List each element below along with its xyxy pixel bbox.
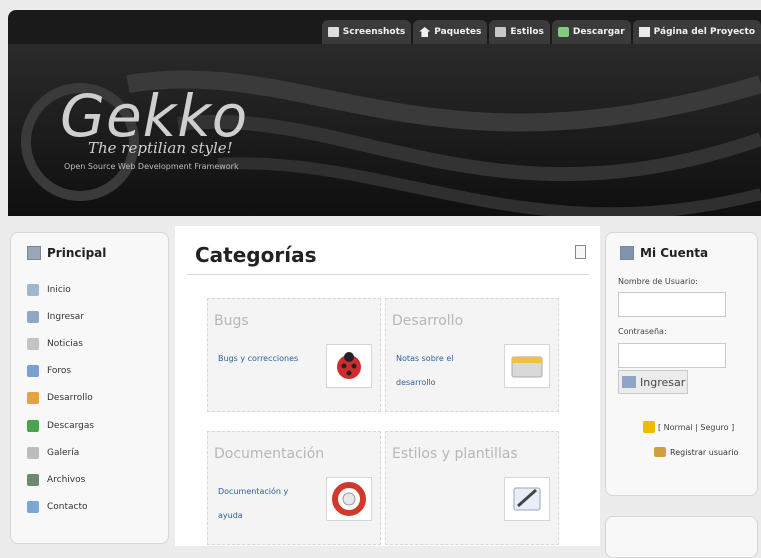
- sidebar-item-descargas[interactable]: Descargas: [27, 412, 94, 439]
- sidebar-item-label: Ingresar: [47, 311, 85, 322]
- top-bar: Screenshots Paquetes Estilos Descargar P…: [8, 10, 761, 44]
- files-icon: [27, 473, 39, 486]
- nav-tab-label: Página del Proyecto: [653, 27, 755, 37]
- ladybug-icon: [326, 344, 372, 388]
- sidebar-item-label: Desarrollo: [47, 393, 93, 404]
- main-content: Categorías Bugs Bugs y correcciones Desa…: [175, 226, 600, 546]
- sidebar-item-foros[interactable]: Foros: [27, 358, 94, 385]
- sidebar-panel: Principal Inicio Ingresar Noticias Foros…: [10, 232, 169, 544]
- page-icon: [638, 27, 650, 37]
- sidebar-menu: Inicio Ingresar Noticias Foros Desarroll…: [27, 276, 94, 521]
- sidebar-item-ingresar[interactable]: Ingresar: [27, 303, 94, 330]
- login-button-label: Ingresar: [640, 375, 686, 389]
- nav-tab-label: Screenshots: [342, 27, 406, 37]
- register-link[interactable]: Registrar usuario: [670, 448, 738, 457]
- development-icon: [27, 392, 39, 405]
- nav-tab-paquetes[interactable]: Paquetes: [413, 20, 488, 44]
- sidebar-item-label: Galería: [47, 447, 80, 458]
- security-mode: [ Normal | Seguro ]: [643, 421, 734, 433]
- nav-tab-screenshots[interactable]: Screenshots: [321, 20, 412, 44]
- package-icon: [419, 27, 431, 37]
- sidebar-item-desarrollo[interactable]: Desarrollo: [27, 385, 94, 412]
- account-icon: [620, 246, 634, 260]
- category-link[interactable]: Documentación y ayuda: [218, 480, 313, 528]
- nav-tab-label: Estilos: [510, 27, 544, 37]
- forums-icon: [27, 365, 39, 378]
- sidebar-item-noticias[interactable]: Noticias: [27, 330, 94, 357]
- password-field[interactable]: [618, 343, 726, 368]
- templates-icon: [504, 477, 550, 521]
- category-card-bugs: Bugs Bugs y correcciones: [207, 298, 381, 412]
- nav-tab-descargar[interactable]: Descargar: [551, 20, 631, 44]
- category-title: Estilos y plantillas: [392, 446, 518, 462]
- category-card-desarrollo: Desarrollo Notas sobre el desarrollo: [385, 298, 559, 412]
- category-card-estilos: Estilos y plantillas: [385, 431, 559, 545]
- page-title: Categorías: [195, 243, 317, 267]
- account-title-row: Mi Cuenta: [620, 246, 708, 260]
- sidebar-item-galeria[interactable]: Galería: [27, 439, 94, 466]
- sidebar-item-contacto[interactable]: Contacto: [27, 494, 94, 521]
- nav-tab-label: Descargar: [572, 27, 625, 37]
- news-icon: [27, 337, 39, 350]
- account-title: Mi Cuenta: [640, 246, 709, 260]
- username-field[interactable]: [618, 292, 726, 317]
- home-icon: [27, 283, 39, 296]
- secondary-right-panel: [605, 516, 758, 558]
- category-title: Documentación: [214, 446, 325, 462]
- security-mode-text[interactable]: [ Normal | Seguro ]: [658, 423, 734, 432]
- gallery-icon: [27, 446, 39, 459]
- subline: Open Source Web Development Framework: [64, 162, 239, 171]
- downloads-icon: [27, 419, 39, 432]
- notes-icon: [504, 344, 550, 388]
- sidebar-item-label: Noticias: [47, 338, 83, 349]
- login-icon: [622, 376, 636, 388]
- nav-tab-pagina-proyecto[interactable]: Página del Proyecto: [632, 20, 761, 44]
- download-icon: [557, 27, 569, 37]
- sidebar-item-label: Contacto: [47, 502, 88, 513]
- password-label: Contraseña:: [618, 327, 667, 336]
- sidebar-title: Principal: [47, 246, 107, 260]
- register-icon: [654, 447, 666, 457]
- sidebar-item-label: Descargas: [47, 420, 95, 431]
- category-link[interactable]: Notas sobre el desarrollo: [396, 347, 491, 395]
- grid-icon: [27, 246, 41, 260]
- contact-icon: [27, 501, 39, 514]
- header-banner: Gekko The reptilian style! Open Source W…: [8, 44, 761, 216]
- login-icon: [27, 310, 39, 323]
- category-card-documentacion: Documentación Documentación y ayuda: [207, 431, 381, 545]
- category-link[interactable]: Bugs y correcciones: [218, 347, 313, 371]
- clipboard-icon[interactable]: [575, 245, 586, 259]
- sidebar-item-archivos[interactable]: Archivos: [27, 466, 94, 493]
- help-icon: [326, 477, 372, 521]
- username-label: Nombre de Usuario:: [618, 277, 698, 286]
- category-title: Bugs: [214, 313, 249, 329]
- category-title: Desarrollo: [392, 313, 464, 329]
- title-divider: [187, 274, 589, 275]
- account-panel: Mi Cuenta Nombre de Usuario: Contraseña:…: [605, 232, 758, 496]
- lock-icon: [643, 421, 655, 433]
- sidebar-item-inicio[interactable]: Inicio: [27, 276, 94, 303]
- sidebar-item-label: Foros: [47, 366, 72, 377]
- nav-tab-label: Paquetes: [434, 27, 482, 37]
- sidebar-item-label: Archivos: [47, 474, 86, 485]
- register-row: Registrar usuario: [654, 447, 738, 457]
- sidebar-item-label: Inicio: [47, 284, 71, 295]
- login-button[interactable]: Ingresar: [618, 370, 688, 394]
- nav-tab-estilos[interactable]: Estilos: [489, 20, 550, 44]
- styles-icon: [495, 27, 507, 37]
- top-navigation: Screenshots Paquetes Estilos Descargar P…: [320, 20, 761, 44]
- camera-icon: [327, 27, 339, 37]
- tagline: The reptilian style!: [88, 139, 233, 157]
- sidebar-title-row: Principal: [27, 246, 106, 260]
